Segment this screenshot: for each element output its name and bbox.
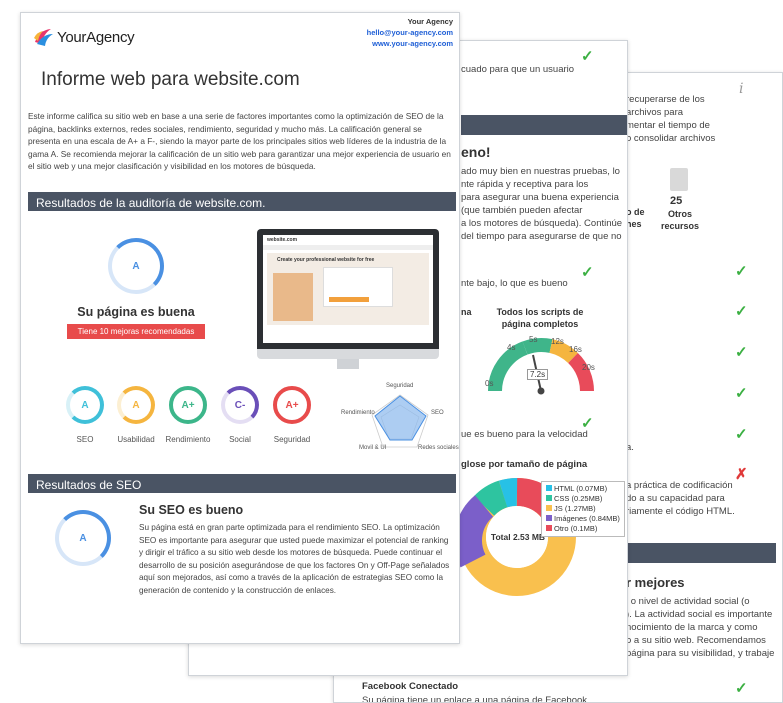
legend-item: JS (1.27MB)	[546, 504, 620, 514]
other-resources-value: 25	[670, 195, 683, 207]
seo-grade-ring: A	[55, 510, 111, 566]
monitor-stand	[337, 359, 359, 369]
check-icon: ✓	[735, 344, 748, 361]
legend-item: HTML (0.07MB)	[546, 484, 620, 494]
radar-label: Rendimiento	[341, 410, 375, 416]
improvements-badge: Tiene 10 mejoras recomendadas	[67, 324, 205, 339]
site-button	[329, 297, 369, 302]
site-image	[273, 273, 313, 321]
check-icon: ✓	[735, 303, 748, 320]
legend-item: CSS (0.25MB)	[546, 494, 620, 504]
usability-score-label: Usabilidad	[117, 435, 155, 444]
donut-title: glose por tamaño de página	[461, 459, 588, 470]
low-text: nte bajo, lo que es bueno	[461, 278, 568, 289]
performance-body: ado muy bien en nuestras pruebas, lo nte…	[461, 166, 623, 242]
monitor-chin	[257, 349, 439, 359]
seo-heading: Su SEO es bueno	[139, 503, 244, 517]
social-score-label: Social	[229, 435, 251, 444]
performance-score-ring: A+	[169, 386, 207, 424]
file-icon	[670, 168, 688, 191]
site-headline: Create your professional website for fre…	[277, 257, 375, 263]
speed-text: ue es bueno para la velocidad	[461, 429, 588, 440]
security-score-label: Seguridad	[273, 435, 311, 444]
contact-website[interactable]: www.your-agency.com	[367, 38, 453, 49]
gauge-tick: 4s	[507, 343, 516, 352]
legend-swatch	[546, 515, 552, 521]
report-page-1: YourAgency Your Agency hello@your-agency…	[20, 12, 460, 644]
contact-email[interactable]: hello@your-agency.com	[367, 27, 453, 38]
check-icon: ✓	[735, 426, 748, 443]
site-label: website.com	[267, 237, 298, 243]
facebook-title: Facebook Conectado	[362, 681, 459, 692]
social-body: l o nivel de actividad social (o ). La a…	[626, 596, 775, 659]
snippet-b: a práctica de codificación do a su capac…	[626, 480, 735, 517]
check-icon: ✓	[581, 48, 594, 65]
left-label: na	[461, 307, 472, 317]
audit-results-bar: Resultados de la auditoría de website.co…	[28, 192, 456, 211]
facebook-desc: Su página tiene un enlace a una página d…	[362, 695, 590, 703]
monitor-mockup: website.com Create your professional web…	[257, 229, 439, 355]
check-icon: ✓	[735, 385, 748, 402]
check-icon: ✓	[735, 263, 748, 280]
other-resources-label: Otros recursos	[661, 209, 700, 231]
section-heading: r mejores	[626, 575, 685, 590]
page-title: Informe web para website.com	[41, 69, 300, 90]
top-text: cuado para que un usuario	[461, 64, 575, 75]
section-heading: eno!	[461, 144, 491, 160]
radar-label: Redes sociales	[418, 445, 459, 451]
overall-grade-ring: A	[108, 238, 164, 294]
gauge-tick: 20s	[582, 363, 595, 372]
legend-swatch	[546, 505, 552, 511]
check-icon: ✓	[735, 680, 748, 697]
intro-text: recuperarse de los archivos para mentar …	[626, 94, 716, 144]
radar-label: SEO	[431, 410, 444, 416]
agency-logo-icon	[34, 29, 53, 46]
check-icon: ✓	[581, 264, 594, 281]
gauge-tick: 12s	[551, 337, 564, 346]
seo-results-bar: Resultados de SEO	[28, 474, 456, 493]
contact-block: Your Agency hello@your-agency.com www.yo…	[367, 16, 453, 49]
intro-text: Este informe califica su sitio web en ba…	[28, 111, 451, 171]
seo-score-label: SEO	[76, 435, 94, 444]
gauge-tick: 16s	[569, 345, 582, 354]
performance-score-label: Rendimiento	[165, 435, 211, 444]
gauge-tick: 0s	[485, 379, 494, 388]
legend-item: Otro (0.1MB)	[546, 524, 620, 534]
section-bar	[461, 115, 627, 135]
donut-legend: HTML (0.07MB) CSS (0.25MB) JS (1.27MB) I…	[541, 481, 625, 537]
monitor-screen: website.com Create your professional web…	[263, 235, 433, 343]
contact-name: Your Agency	[407, 17, 453, 26]
seo-body: Su página está en gran parte optimizada …	[139, 523, 450, 595]
radar-label: Movil & UI	[359, 445, 387, 451]
security-score-ring: A+	[273, 386, 311, 424]
gauge-tick: 5s	[529, 335, 538, 344]
section-bar	[626, 543, 776, 563]
legend-swatch	[546, 495, 552, 501]
legend-swatch	[546, 485, 552, 491]
resource-label-partial: o de nes	[626, 207, 645, 229]
radar-label: Seguridad	[386, 383, 414, 389]
gauge-title: Todos los scripts de página completos	[496, 307, 584, 329]
seo-score-ring: A	[66, 386, 104, 424]
legend-item: Imágenes (0.84MB)	[546, 514, 620, 524]
overall-heading: Su página es buena	[77, 305, 195, 319]
social-score-ring: C-	[221, 386, 259, 424]
legend-swatch	[546, 525, 552, 531]
site-nav	[263, 245, 433, 250]
radar-chart	[371, 394, 429, 448]
gauge-value: 7.2s	[527, 369, 549, 380]
usability-score-ring: A	[117, 386, 155, 424]
brand-name: YourAgency	[57, 29, 135, 46]
